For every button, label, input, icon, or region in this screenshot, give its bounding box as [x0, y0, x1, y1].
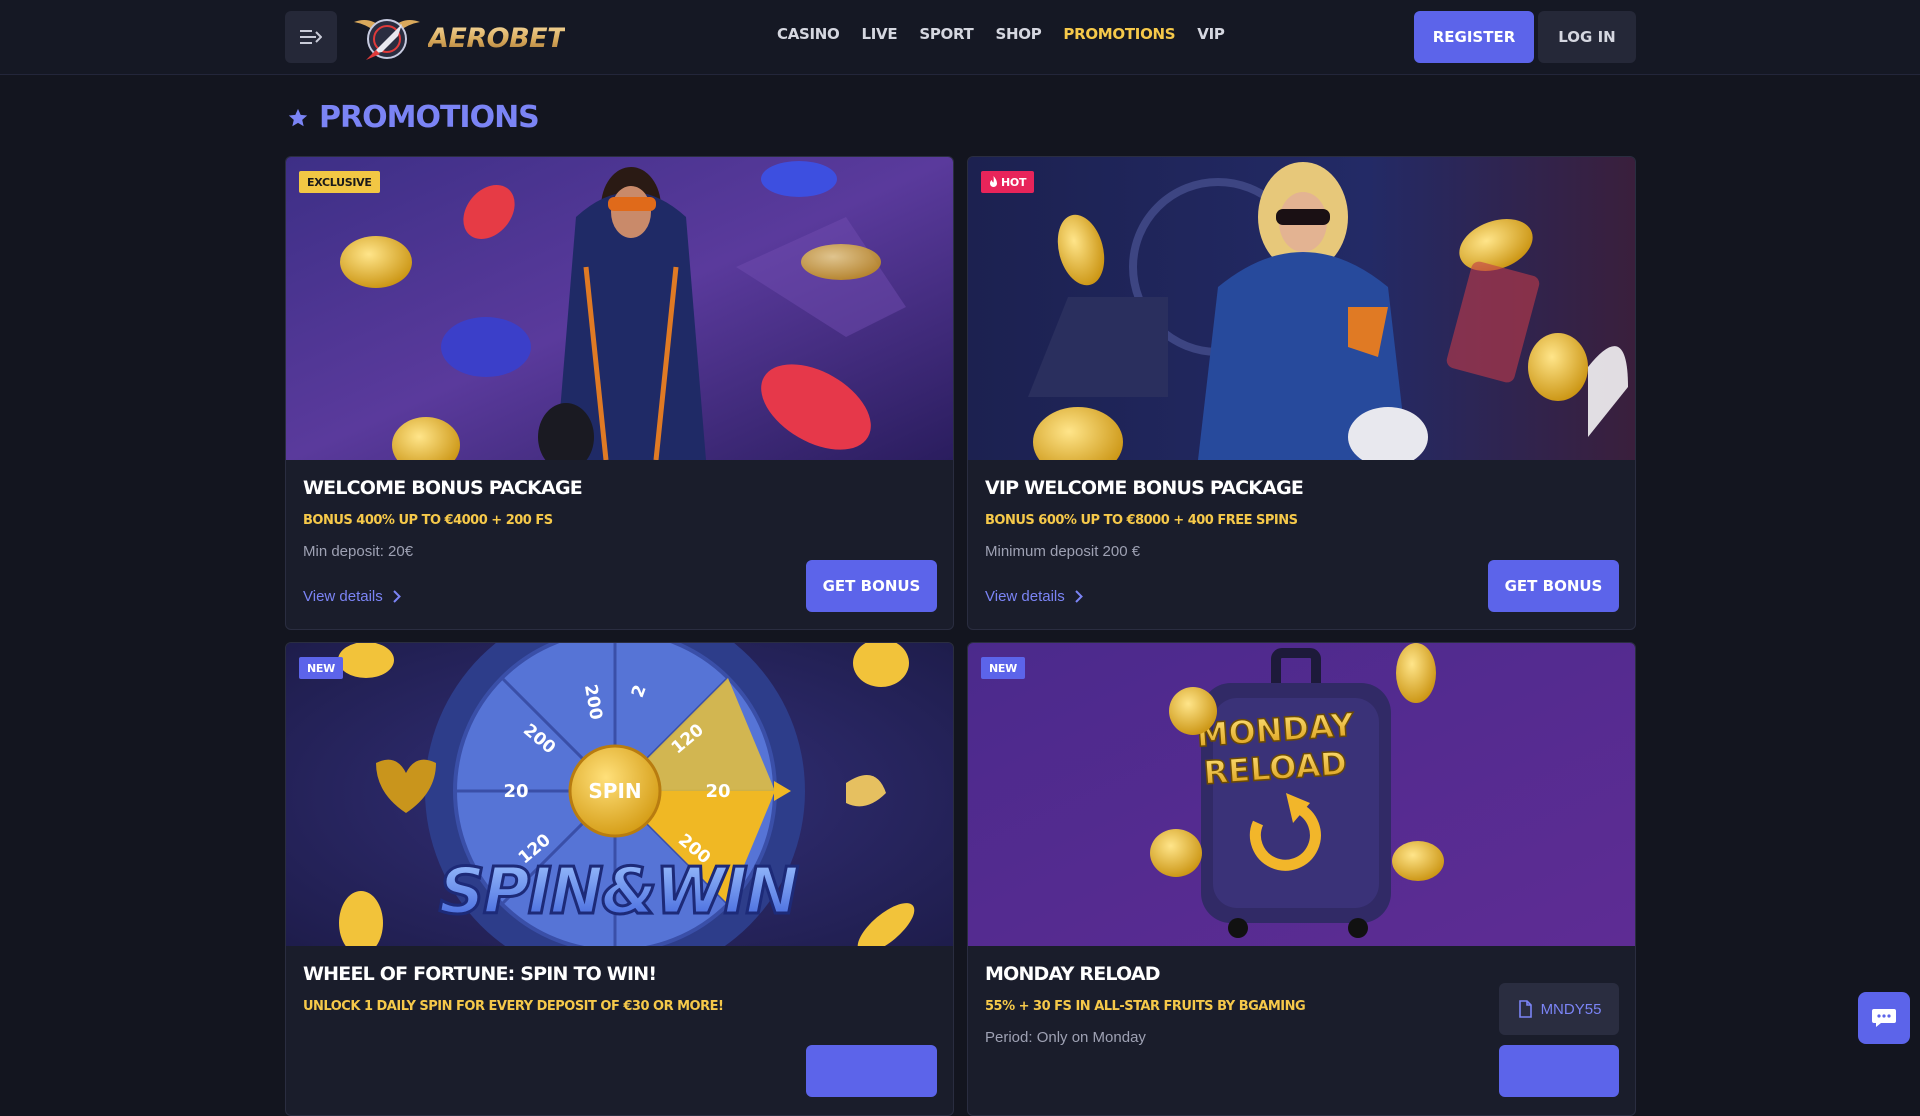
nav-live[interactable]: LIVE: [862, 25, 898, 43]
badge-new: NEW: [299, 657, 343, 679]
view-details-link[interactable]: View details: [303, 588, 401, 605]
promo-card-wheel-of-fortune: SPIN 20 20 200 2 120 200 120 200 SPIN&WI…: [285, 642, 954, 1116]
menu-toggle-button[interactable]: [285, 11, 337, 63]
wheel-center-label: SPIN: [588, 779, 641, 803]
get-bonus-button[interactable]: [806, 1045, 937, 1097]
promo-subtitle: 55% + 30 FS IN ALL-STAR FRUITS BY BGAMIN…: [985, 999, 1306, 1014]
promo-description: Minimum deposit 200 €: [985, 543, 1141, 560]
nav-promotions[interactable]: PROMOTIONS: [1063, 25, 1175, 43]
badge-new: NEW: [981, 657, 1025, 679]
chevron-right-icon: [1075, 590, 1083, 603]
flame-icon: [990, 176, 997, 187]
brand-logo[interactable]: AEROBET: [352, 12, 566, 64]
badge-hot: HOT: [981, 171, 1035, 193]
get-bonus-button[interactable]: [1499, 1045, 1619, 1097]
promo-image[interactable]: EXCLUSIVE: [286, 157, 953, 460]
promo-description: Period: Only on Monday: [985, 1029, 1146, 1046]
main-nav: CASINO LIVE SPORT SHOP PROMOTIONS VIP: [777, 25, 1247, 43]
promo-title: WELCOME BONUS PACKAGE: [303, 477, 583, 499]
promo-image[interactable]: MONDAY RELOAD NEW: [968, 643, 1635, 946]
promo-card-vip-welcome: HOT VIP WELCOME BONUS PACKAGE BONUS 600%…: [967, 156, 1636, 630]
promo-title: MONDAY RELOAD: [985, 963, 1161, 985]
promo-title: WHEEL OF FORTUNE: SPIN TO WIN!: [303, 963, 657, 985]
nav-vip[interactable]: VIP: [1197, 25, 1225, 43]
menu-icon: [300, 30, 322, 44]
logo-emblem-icon: [354, 19, 420, 60]
get-bonus-button[interactable]: GET BONUS: [1488, 560, 1619, 612]
page-title: PROMOTIONS: [287, 100, 540, 135]
login-button[interactable]: LOG IN: [1538, 11, 1636, 63]
promo-card-welcome: EXCLUSIVE WELCOME BONUS PACKAGE BONUS 40…: [285, 156, 954, 630]
chat-bubble-icon: [1872, 1009, 1896, 1027]
badge-hot-label: HOT: [1001, 175, 1027, 189]
view-details-label: View details: [303, 588, 383, 605]
badge-exclusive: EXCLUSIVE: [299, 171, 380, 193]
nav-sport[interactable]: SPORT: [919, 25, 973, 43]
live-chat-button[interactable]: [1858, 992, 1910, 1044]
promo-subtitle: BONUS 600% UP TO €8000 + 400 FREE SPINS: [985, 513, 1298, 528]
promo-subtitle: BONUS 400% UP TO €4000 + 200 FS: [303, 513, 553, 528]
promo-title: VIP WELCOME BONUS PACKAGE: [985, 477, 1304, 499]
nav-casino[interactable]: CASINO: [777, 25, 840, 43]
promo-image[interactable]: SPIN 20 20 200 2 120 200 120 200 SPIN&WI…: [286, 643, 953, 946]
star-icon: [288, 108, 308, 126]
nav-shop[interactable]: SHOP: [995, 25, 1041, 43]
promo-code-copy-button[interactable]: MNDY55: [1499, 983, 1619, 1035]
view-details-label: View details: [985, 588, 1065, 605]
top-header: AEROBET CASINO LIVE SPORT SHOP PROMOTION…: [0, 0, 1920, 75]
page-title-text: PROMOTIONS: [319, 100, 540, 135]
spin-win-title: SPIN&WIN: [439, 855, 799, 929]
brand-name: AEROBET: [428, 22, 566, 54]
promo-code-text: MNDY55: [1540, 1000, 1602, 1018]
register-button[interactable]: REGISTER: [1414, 11, 1534, 63]
promo-card-monday-reload: MONDAY RELOAD NEW MONDAY RELOAD 55% + 30…: [967, 642, 1636, 1116]
wheel-value-right: 20: [705, 781, 730, 802]
get-bonus-button[interactable]: GET BONUS: [806, 560, 937, 612]
promo-subtitle: UNLOCK 1 DAILY SPIN FOR EVERY DEPOSIT OF…: [303, 999, 724, 1014]
promo-image[interactable]: HOT: [968, 157, 1635, 460]
chevron-right-icon: [393, 590, 401, 603]
promo-description: Min deposit: 20€: [303, 543, 414, 560]
view-details-link[interactable]: View details: [985, 588, 1083, 605]
wheel-value-left: 20: [503, 781, 528, 802]
document-copy-icon: [1518, 1000, 1532, 1018]
